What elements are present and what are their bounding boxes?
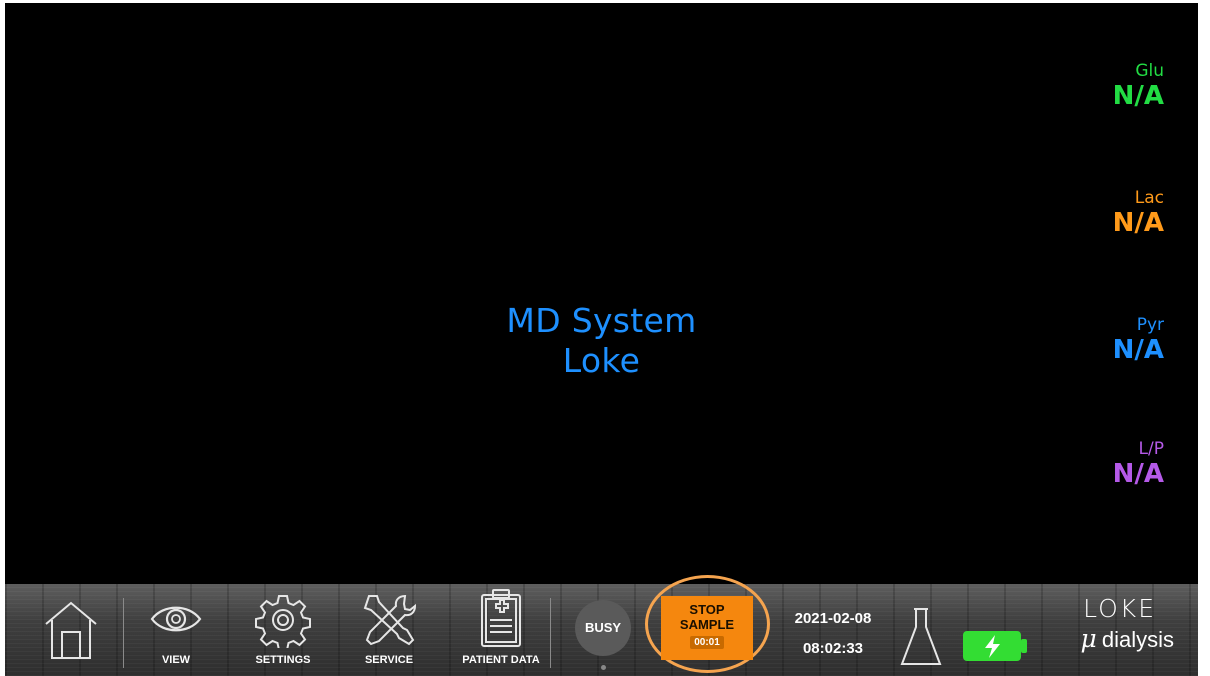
system-title-line1: MD System [506,301,697,340]
metric-lp-value: N/A [1112,459,1164,489]
system-title: MD System Loke [5,301,1198,381]
battery-charging-icon [963,631,1027,661]
logo-dialysis: dialysis [1101,627,1174,652]
service-button[interactable]: SERVICE [353,584,425,676]
service-label: SERVICE [364,654,414,666]
metric-lac-label: Lac [1134,188,1164,208]
logo-mu: μ [1080,624,1097,653]
patient-data-label: PATIENT DATA [462,654,540,666]
stop-sample-label-line2: SAMPLE [679,617,735,632]
date-text: 2021-02-08 [794,610,872,627]
gear-icon [255,595,311,648]
clipboard-icon [481,589,521,647]
patient-data-button[interactable]: PATIENT DATA [451,584,551,676]
busy-dot [601,665,606,670]
metric-lp-label: L/P [1138,439,1164,459]
metric-lac: Lac N/A [1044,188,1164,238]
metric-glu-label: Glu [1135,61,1164,81]
stop-sample-label-line1: STOP [689,602,725,617]
home-icon [45,601,97,659]
toolbar-divider [123,598,124,668]
view-button[interactable]: VIEW [143,584,209,676]
logo-tagline: μ dialysis [1040,624,1180,657]
metric-pyr: Pyr N/A [1044,315,1164,365]
metric-pyr-value: N/A [1112,335,1164,365]
metric-glu: Glu N/A [1044,61,1164,111]
busy-indicator: BUSY [575,600,631,656]
stop-sample-timer: 00:01 [690,636,724,649]
toolbar-divider [550,598,551,668]
settings-button[interactable]: SETTINGS [243,584,323,676]
metric-lp: L/P N/A [1044,439,1164,489]
metric-pyr-label: Pyr [1136,315,1164,335]
view-label: VIEW [161,654,191,666]
time-text: 08:02:33 [802,640,864,657]
date-time-display: 2021-02-08 08:02:33 [778,610,888,658]
logo-brand: LOKE [1083,594,1156,623]
system-title-line2: Loke [562,341,641,380]
tools-icon [363,594,417,646]
metric-glu-value: N/A [1112,81,1164,111]
metric-lac-value: N/A [1112,208,1164,238]
home-button[interactable] [35,584,107,676]
loke-logo: LOKE μ dialysis [1040,594,1180,657]
main-display: MD System Loke Glu N/A Lac N/A Pyr N/A L… [5,3,1198,584]
flask-icon[interactable] [898,606,944,668]
stop-sample-button[interactable]: STOP SAMPLE 00:01 [661,596,753,660]
settings-label: SETTINGS [255,654,311,666]
eye-icon [150,606,202,632]
